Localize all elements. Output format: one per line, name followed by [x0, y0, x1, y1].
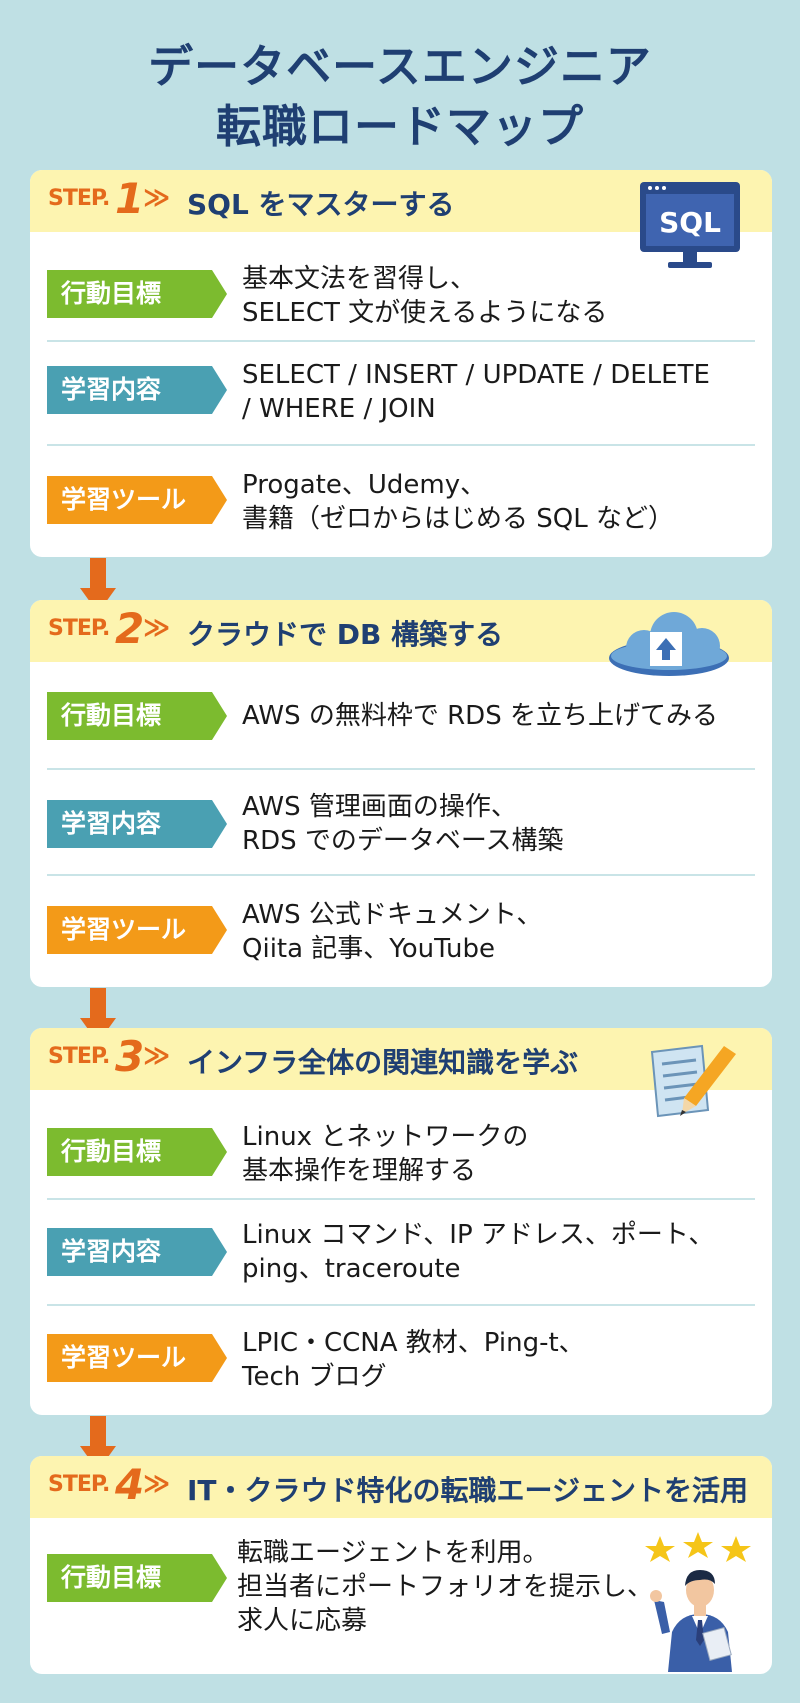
goal-text: Linux とネットワークの 基本操作を理解する [242, 1122, 529, 1186]
step-label: STEP. [48, 1044, 110, 1069]
agent-person-stars-icon [640, 1522, 760, 1672]
step-number: 4 [115, 1460, 145, 1509]
tool-tag: 学習ツール [47, 906, 227, 954]
goal-tag: 行動目標 [47, 270, 227, 318]
step-title: SQL をマスターする [187, 188, 455, 221]
divider [47, 340, 755, 342]
page-title-line2: 転職ロードマップ [215, 100, 584, 153]
step-card-2: STEP. 2 ≫ クラウドで DB 構築する 行動目標 AWS の無料枠で R… [30, 600, 772, 987]
sql-monitor-icon: SQL [638, 180, 742, 272]
tool-row: 学習ツール LPIC・CCNA 教材、Ping-t、 Tech ブログ [47, 1326, 755, 1394]
chevron-icon: ≫ [143, 1469, 171, 1499]
chevron-icon: ≫ [143, 183, 171, 213]
tool-tag: 学習ツール [47, 1334, 227, 1382]
goal-row: 行動目標 Linux とネットワークの 基本操作を理解する [47, 1120, 755, 1188]
sql-icon-text: SQL [659, 206, 721, 239]
goal-tag: 行動目標 [47, 1554, 227, 1602]
goal-row: 行動目標 AWS の無料枠で RDS を立ち上げてみる [47, 692, 755, 748]
divider [47, 1198, 755, 1200]
step-number: 3 [115, 1032, 145, 1081]
chevron-icon: ≫ [143, 613, 171, 643]
goal-tag: 行動目標 [47, 692, 227, 740]
divider [47, 1304, 755, 1306]
tool-text: Progate、Udemy、 書籍（ゼロからはじめる SQL など） [242, 470, 674, 534]
goal-tag: 行動目標 [47, 1128, 227, 1176]
content-text: Linux コマンド、IP アドレス、ポート、 ping、traceroute [242, 1220, 715, 1284]
step-card-3: STEP. 3 ≫ インフラ全体の関連知識を学ぶ 行動目標 Linux とネット… [30, 1028, 772, 1415]
step-card-1: STEP. 1 ≫ SQL をマスターする SQL 行動目標 基本文法を習得し、… [30, 170, 772, 557]
content-tag: 学習内容 [47, 1228, 227, 1276]
step-number: 1 [115, 174, 145, 223]
step-label: STEP. [48, 1472, 110, 1497]
step-title: インフラ全体の関連知識を学ぶ [187, 1046, 579, 1079]
tool-row: 学習ツール AWS 公式ドキュメント、 Qiita 記事、YouTube [47, 898, 755, 966]
divider [47, 874, 755, 876]
tool-text: LPIC・CCNA 教材、Ping-t、 Tech ブログ [242, 1328, 585, 1392]
content-tag: 学習内容 [47, 366, 227, 414]
tool-text: AWS 公式ドキュメント、 Qiita 記事、YouTube [242, 900, 543, 964]
goal-text: AWS の無料枠で RDS を立ち上げてみる [242, 701, 718, 731]
step-title: IT・クラウド特化の転職エージェントを活用 [187, 1474, 748, 1507]
page-title-line1: データベースエンジニア [148, 40, 652, 93]
content-row: 学習内容 SELECT / INSERT / UPDATE / DELETE / … [47, 358, 755, 426]
tool-tag: 学習ツール [47, 476, 227, 524]
content-text: AWS 管理画面の操作、 RDS でのデータベース構築 [242, 792, 564, 856]
step-number: 2 [115, 604, 145, 653]
divider [47, 444, 755, 446]
tool-row: 学習ツール Progate、Udemy、 書籍（ゼロからはじめる SQL など） [47, 468, 755, 536]
chevron-icon: ≫ [143, 1041, 171, 1071]
content-row: 学習内容 Linux コマンド、IP アドレス、ポート、 ping、tracero… [47, 1218, 755, 1286]
cloud-upload-icon [604, 608, 734, 678]
step-label: STEP. [48, 186, 110, 211]
step-title: クラウドで DB 構築する [187, 618, 504, 651]
content-row: 学習内容 AWS 管理画面の操作、 RDS でのデータベース構築 [47, 790, 755, 858]
divider [47, 768, 755, 770]
goal-text: 基本文法を習得し、 SELECT 文が使えるようになる [242, 264, 608, 328]
content-text: SELECT / INSERT / UPDATE / DELETE / WHERE… [242, 360, 710, 424]
goal-text: 転職エージェントを利用。 担当者にポートフォリオを提示し、 求人に応募 [237, 1538, 654, 1636]
content-tag: 学習内容 [47, 800, 227, 848]
step-card-4: STEP. 4 ≫ IT・クラウド特化の転職エージェントを活用 行動目標 転職エ… [30, 1456, 772, 1674]
document-pencil-icon [644, 1040, 744, 1120]
goal-row: 行動目標 基本文法を習得し、 SELECT 文が使えるようになる [47, 262, 755, 330]
step-label: STEP. [48, 616, 110, 641]
